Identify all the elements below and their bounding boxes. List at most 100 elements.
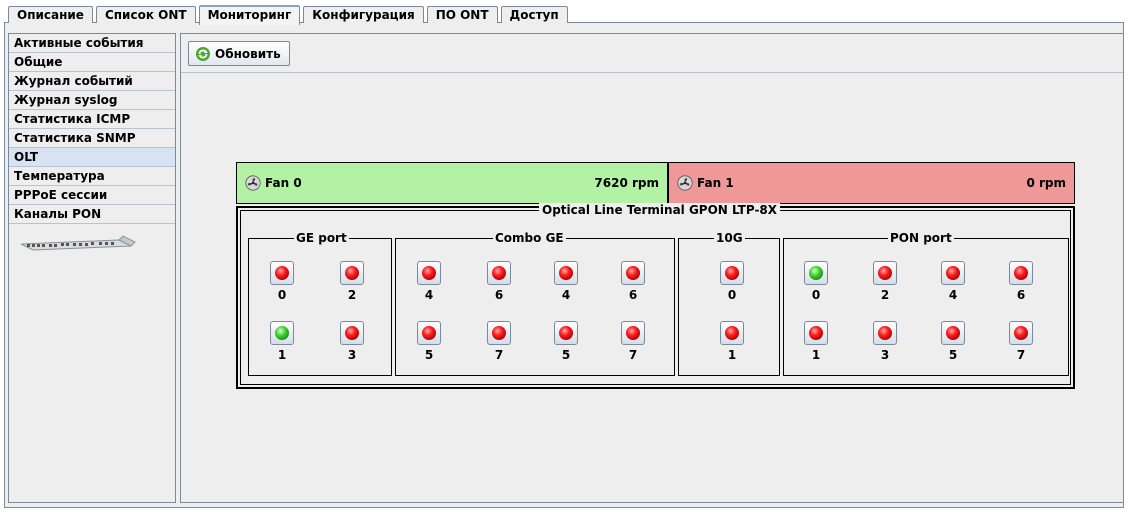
fan-icon <box>245 175 261 191</box>
port-number: 6 <box>628 288 638 302</box>
port-led-button[interactable] <box>270 321 294 345</box>
red-led-icon <box>946 266 960 280</box>
olt-panel: Optical Line Terminal GPON LTP-8X GE por… <box>236 203 1075 389</box>
port-led-button[interactable] <box>487 321 511 345</box>
sidebar-menu: Активные события Общие Журнал событий Жу… <box>8 33 176 503</box>
red-led-icon <box>725 266 739 280</box>
port-led-button[interactable] <box>720 261 744 285</box>
port-led-button[interactable] <box>621 261 645 285</box>
device-image <box>19 232 137 252</box>
port-pon-port-7[interactable]: 7 <box>1006 321 1036 362</box>
port-led-button[interactable] <box>340 261 364 285</box>
red-led-icon <box>492 266 506 280</box>
sidebar-item-icmp-stats[interactable]: Статистика ICMP <box>9 110 175 129</box>
sidebar-item-temperature[interactable]: Температура <box>9 167 175 186</box>
red-led-icon <box>492 326 506 340</box>
port-pon-port-1[interactable]: 1 <box>801 321 831 362</box>
port-group-title: PON port <box>888 231 954 245</box>
port-number: 7 <box>1016 348 1026 362</box>
tab-ont-firmware[interactable]: ПО ONT <box>426 6 498 23</box>
port-number: 2 <box>880 288 890 302</box>
red-led-icon <box>559 266 573 280</box>
port-combo-ge-4[interactable]: 4 <box>414 261 444 302</box>
port-group-ge-port: GE port 0 2 1 3 <box>248 231 392 376</box>
port-led-button[interactable] <box>270 261 294 285</box>
red-led-icon <box>946 326 960 340</box>
port-combo-ge-4[interactable]: 4 <box>551 261 581 302</box>
olt-title: Optical Line Terminal GPON LTP-8X <box>539 203 781 217</box>
tab-configuration[interactable]: Конфигурация <box>303 6 424 23</box>
tab-ont-list[interactable]: Список ONT <box>95 6 196 23</box>
port-number: 7 <box>628 348 638 362</box>
sidebar-item-olt[interactable]: OLT <box>9 148 175 167</box>
port-led-button[interactable] <box>487 261 511 285</box>
tab-bar: Описание Список ONT Мониторинг Конфигура… <box>8 5 571 25</box>
port-led-button[interactable] <box>554 321 578 345</box>
port-led-button[interactable] <box>417 321 441 345</box>
red-led-icon <box>422 326 436 340</box>
port-group-pon-port: PON port 0 2 4 6 1 3 5 7 <box>783 231 1069 376</box>
sidebar-item-active-events[interactable]: Активные события <box>9 34 175 53</box>
port-number: 0 <box>811 288 821 302</box>
port-led-button[interactable] <box>804 261 828 285</box>
port-pon-port-0[interactable]: 0 <box>801 261 831 302</box>
port-led-button[interactable] <box>941 261 965 285</box>
port-led-button[interactable] <box>554 261 578 285</box>
port-10g-1[interactable]: 1 <box>717 321 747 362</box>
port-combo-ge-6[interactable]: 6 <box>618 261 648 302</box>
port-pon-port-2[interactable]: 2 <box>870 261 900 302</box>
port-led-button[interactable] <box>873 261 897 285</box>
tab-access[interactable]: Доступ <box>500 6 568 23</box>
port-number: 0 <box>277 288 287 302</box>
sidebar-item-pppoe-sessions[interactable]: PPPoE сессии <box>9 186 175 205</box>
red-led-icon <box>725 326 739 340</box>
port-led-button[interactable] <box>1009 321 1033 345</box>
port-number: 1 <box>277 348 287 362</box>
tab-monitoring[interactable]: Мониторинг <box>198 5 301 25</box>
tab-description[interactable]: Описание <box>8 6 93 23</box>
port-led-button[interactable] <box>873 321 897 345</box>
port-number: 0 <box>727 288 737 302</box>
red-led-icon <box>1014 326 1028 340</box>
sidebar-item-general[interactable]: Общие <box>9 53 175 72</box>
port-combo-ge-5[interactable]: 5 <box>414 321 444 362</box>
port-pon-port-4[interactable]: 4 <box>938 261 968 302</box>
port-number: 6 <box>1016 288 1026 302</box>
port-led-button[interactable] <box>941 321 965 345</box>
port-led-button[interactable] <box>340 321 364 345</box>
port-number: 4 <box>948 288 958 302</box>
refresh-button[interactable]: Обновить <box>188 41 290 66</box>
port-combo-ge-7[interactable]: 7 <box>618 321 648 362</box>
port-ge-port-1[interactable]: 1 <box>267 321 297 362</box>
port-led-button[interactable] <box>1009 261 1033 285</box>
port-group-10g: 10G 0 1 <box>678 231 780 376</box>
port-group-title: GE port <box>294 231 349 245</box>
red-led-icon <box>626 266 640 280</box>
port-ge-port-3[interactable]: 3 <box>337 321 367 362</box>
red-led-icon <box>422 266 436 280</box>
port-led-button[interactable] <box>720 321 744 345</box>
port-ge-port-2[interactable]: 2 <box>337 261 367 302</box>
port-pon-port-6[interactable]: 6 <box>1006 261 1036 302</box>
port-10g-0[interactable]: 0 <box>717 261 747 302</box>
port-number: 3 <box>347 348 357 362</box>
fan-rpm: 7620 rpm <box>594 176 659 190</box>
fan-icon <box>677 175 693 191</box>
port-number: 4 <box>424 288 434 302</box>
sidebar-item-pon-channels[interactable]: Каналы PON <box>9 205 175 224</box>
port-led-button[interactable] <box>417 261 441 285</box>
port-led-button[interactable] <box>621 321 645 345</box>
red-led-icon <box>345 266 359 280</box>
port-pon-port-5[interactable]: 5 <box>938 321 968 362</box>
port-combo-ge-6[interactable]: 6 <box>484 261 514 302</box>
port-number: 6 <box>494 288 504 302</box>
port-led-button[interactable] <box>804 321 828 345</box>
port-combo-ge-5[interactable]: 5 <box>551 321 581 362</box>
port-combo-ge-7[interactable]: 7 <box>484 321 514 362</box>
port-pon-port-3[interactable]: 3 <box>870 321 900 362</box>
sidebar-item-syslog[interactable]: Журнал syslog <box>9 91 175 110</box>
sidebar-item-snmp-stats[interactable]: Статистика SNMP <box>9 129 175 148</box>
red-led-icon <box>809 326 823 340</box>
sidebar-item-event-log[interactable]: Журнал событий <box>9 72 175 91</box>
port-ge-port-0[interactable]: 0 <box>267 261 297 302</box>
